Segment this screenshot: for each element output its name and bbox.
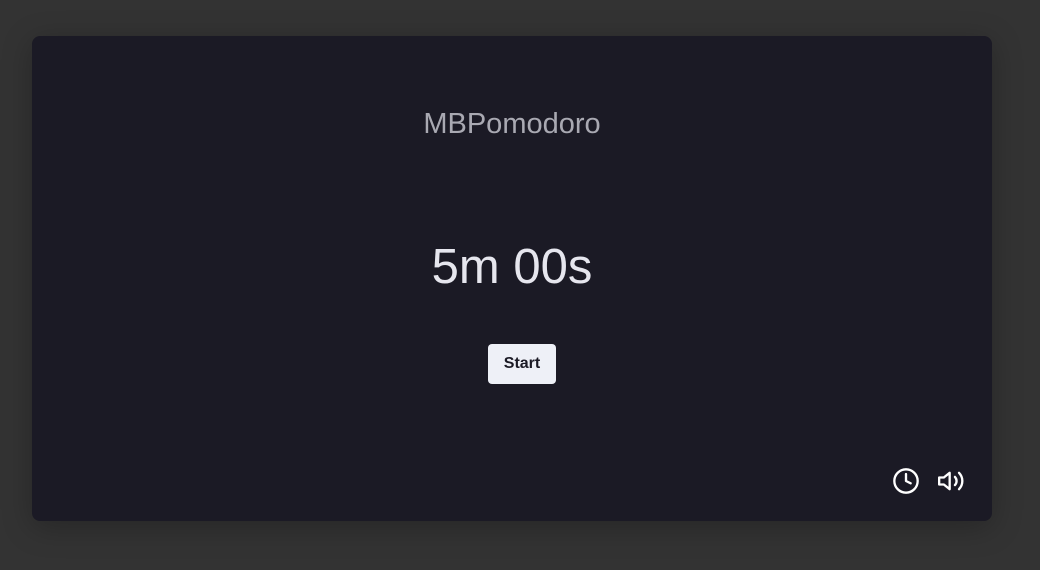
pomodoro-card: MBPomodoro 5m 00s — [32, 36, 992, 521]
timer-settings-button[interactable] — [891, 466, 921, 496]
sound-toggle-button[interactable] — [935, 466, 969, 496]
timer-display: 5m 00s — [431, 240, 593, 294]
volume-icon — [936, 467, 968, 495]
app-title: MBPomodoro — [423, 108, 601, 140]
start-button[interactable]: Start — [488, 344, 556, 384]
clock-icon — [892, 467, 920, 495]
